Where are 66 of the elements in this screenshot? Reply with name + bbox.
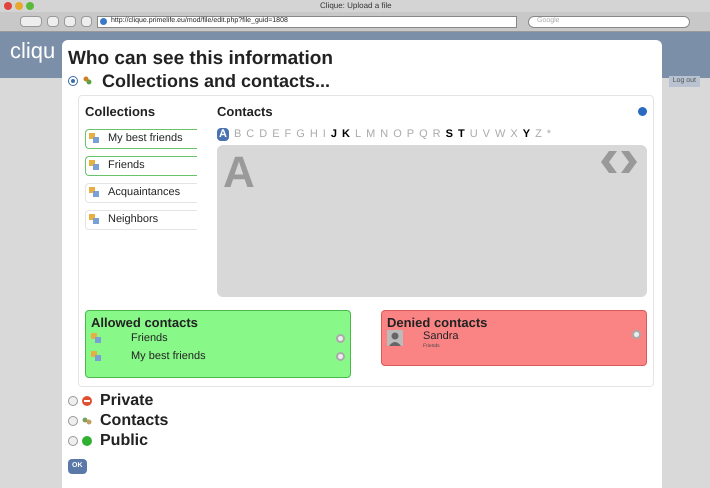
collection-item[interactable]: Acquaintances [85, 182, 197, 202]
letter-tab[interactable]: * [546, 128, 552, 140]
group-icon [91, 351, 102, 362]
radio-button[interactable] [68, 76, 78, 86]
denied-heading: Denied contacts [387, 316, 488, 330]
collection-item[interactable]: Neighbors [85, 210, 197, 230]
letter-tab[interactable]: D [259, 128, 268, 140]
letter-tab[interactable]: B [234, 128, 242, 140]
allowed-item: My best friends [131, 349, 207, 364]
group-icon [89, 214, 100, 225]
dialog-title: Who can see this information [68, 48, 334, 70]
collections-heading: Collections [85, 103, 156, 121]
letter-tab[interactable]: W [494, 128, 506, 140]
letter-tab[interactable]: I [322, 128, 326, 140]
letter-tab[interactable]: Z [535, 128, 542, 140]
letter-tab[interactable]: L [354, 128, 362, 140]
letter-tab[interactable]: X [510, 128, 518, 140]
people-icon [82, 416, 92, 426]
letter-tab[interactable]: F [284, 128, 292, 140]
letter-tab[interactable]: C [246, 128, 254, 140]
letter-tab[interactable]: G [296, 128, 305, 140]
letter-tab[interactable]: O [393, 128, 402, 140]
current-letter: A [223, 150, 255, 194]
minimize-icon[interactable] [15, 2, 23, 10]
letter-tab[interactable]: H [310, 128, 318, 140]
window-title: Clique: Upload a file [320, 0, 392, 12]
people-icon [82, 76, 92, 86]
letter-tab[interactable]: N [380, 128, 388, 140]
option-label[interactable]: Collections and contacts... [102, 70, 330, 92]
letter-tab[interactable]: E [272, 128, 280, 140]
collection-item[interactable]: Friends [85, 156, 197, 176]
letter-tab[interactable]: M [366, 128, 376, 140]
allowed-item: Friends [131, 331, 169, 346]
letter-tab[interactable]: R [432, 128, 441, 140]
letter-tab[interactable]: A [217, 128, 229, 140]
info-icon[interactable] [638, 107, 647, 116]
letter-tab[interactable]: K [342, 128, 350, 140]
maximize-icon[interactable] [26, 2, 34, 10]
back-forward-button[interactable] [20, 16, 42, 27]
group-icon [89, 160, 100, 171]
letter-tab[interactable]: S [446, 128, 453, 140]
denied-item: Sandra [423, 330, 460, 342]
letter-tab[interactable]: Y [522, 128, 530, 140]
group-icon [89, 187, 100, 198]
radio-button[interactable] [68, 396, 78, 406]
close-icon[interactable] [4, 2, 12, 10]
collection-item[interactable]: My best friends [85, 128, 197, 148]
letter-tab[interactable]: J [330, 128, 337, 140]
logo: cliqu [10, 40, 56, 62]
page-button[interactable] [64, 16, 76, 27]
letter-tab[interactable]: Q [419, 128, 428, 140]
minus-circle-icon [82, 396, 92, 406]
radio-button[interactable] [68, 416, 78, 426]
bookmarks-button[interactable] [47, 16, 59, 27]
allowed-heading: Allowed contacts [91, 316, 199, 330]
letter-tab[interactable]: T [458, 128, 465, 140]
remove-icon[interactable] [632, 330, 641, 338]
letter-tab[interactable]: V [482, 128, 490, 140]
letter-tab[interactable]: P [406, 128, 414, 140]
letter-tab[interactable]: U [470, 128, 478, 140]
person-icon [387, 330, 403, 346]
radio-button[interactable] [68, 436, 78, 446]
contacts-heading: Contacts [217, 103, 273, 121]
add-bookmark-button[interactable] [81, 16, 92, 27]
group-icon [91, 333, 102, 344]
group-icon [89, 133, 100, 144]
